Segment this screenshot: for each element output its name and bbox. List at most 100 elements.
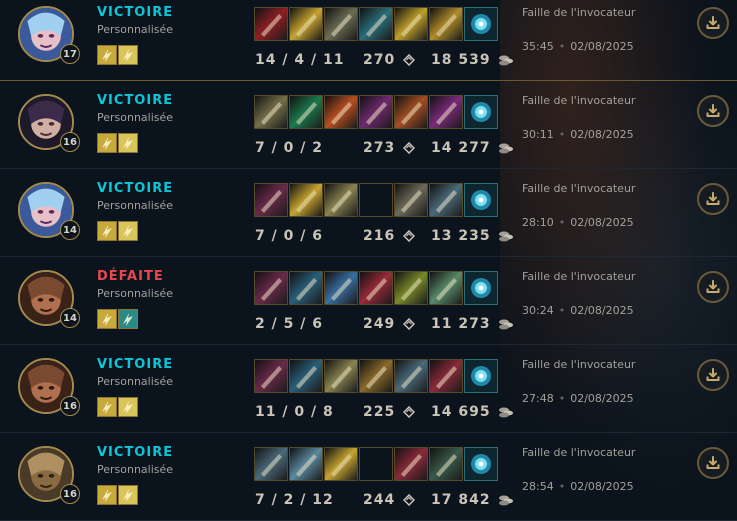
item-icon[interactable] — [289, 183, 323, 217]
item-icon[interactable] — [289, 95, 323, 129]
item-icon[interactable] — [394, 183, 428, 217]
item-icon[interactable] — [429, 95, 463, 129]
summoner-spells — [97, 309, 138, 329]
download-replay-button[interactable] — [697, 7, 729, 39]
summoner-spell-icon[interactable] — [118, 45, 138, 65]
summoner-spell-icon[interactable] — [97, 221, 117, 241]
match-duration: 28:54 — [522, 480, 554, 493]
coin-stack-icon — [499, 143, 514, 154]
download-replay-button[interactable] — [697, 271, 729, 303]
item-icon[interactable] — [394, 447, 428, 481]
summoner-spell-icon[interactable] — [97, 45, 117, 65]
summoner-spell-icon[interactable] — [97, 133, 117, 153]
item-icon[interactable] — [289, 447, 323, 481]
map-name: Faille de l'invocateur — [522, 94, 636, 107]
match-result: VICTOIRE — [97, 357, 174, 372]
item-icon[interactable] — [429, 7, 463, 41]
gold-earned-value: 11 273 — [431, 316, 491, 332]
separator-dot: • — [558, 40, 566, 53]
summoner-spell-icon[interactable] — [118, 309, 138, 329]
summoner-spells — [97, 221, 138, 241]
summoner-spell-icon[interactable] — [118, 397, 138, 417]
item-icon[interactable] — [394, 271, 428, 305]
item-icon[interactable] — [394, 7, 428, 41]
champion-level-badge: 16 — [60, 132, 80, 152]
summoner-spell-icon[interactable] — [118, 133, 138, 153]
creep-score-value: 244 — [363, 492, 396, 508]
item-icon[interactable] — [324, 183, 358, 217]
item-icon[interactable] — [324, 95, 358, 129]
match-date: 02/08/2025 — [570, 304, 634, 317]
item-icon[interactable] — [254, 271, 288, 305]
summoner-spell-icon[interactable] — [118, 221, 138, 241]
trinket-item-icon[interactable] — [464, 359, 498, 393]
item-icon[interactable] — [429, 359, 463, 393]
kda: 7 / 0 / 2 — [255, 140, 323, 156]
item-icon[interactable] — [324, 271, 358, 305]
item-icon[interactable] — [324, 359, 358, 393]
match-time: 28:54 • 02/08/2025 — [522, 480, 634, 493]
trinket-item-icon[interactable] — [464, 95, 498, 129]
item-icon[interactable] — [254, 95, 288, 129]
match-row[interactable]: 14 VICTOIRE Personnalisée 7 / 0 / 6 216 … — [0, 168, 737, 257]
trinket-item-icon[interactable] — [464, 271, 498, 305]
creep-score-value: 225 — [363, 404, 396, 420]
coin-stack-icon — [499, 495, 514, 506]
summoner-spell-icon[interactable] — [97, 309, 117, 329]
item-icon[interactable] — [254, 7, 288, 41]
item-icon[interactable] — [359, 7, 393, 41]
trinket-item-icon[interactable] — [464, 7, 498, 41]
item-icon[interactable] — [359, 359, 393, 393]
creep-score: 270 — [363, 52, 416, 68]
creep-score: 244 — [363, 492, 416, 508]
download-icon — [706, 104, 720, 117]
item-slot-empty[interactable] — [359, 447, 393, 481]
item-icon[interactable] — [429, 271, 463, 305]
match-row[interactable]: 16 VICTOIRE Personnalisée — [0, 344, 737, 433]
separator-dot: • — [558, 128, 566, 141]
game-mode: Personnalisée — [97, 287, 174, 300]
summoner-spell-icon[interactable] — [97, 485, 117, 505]
summoner-spell-icon[interactable] — [118, 485, 138, 505]
match-row[interactable]: 17 VICTOIRE Personnalisée 14 / 4 / 11 27… — [0, 0, 737, 81]
item-icon[interactable] — [254, 183, 288, 217]
item-icon[interactable] — [289, 7, 323, 41]
item-icon[interactable] — [324, 447, 358, 481]
item-icon[interactable] — [359, 271, 393, 305]
item-icon[interactable] — [429, 447, 463, 481]
download-replay-button[interactable] — [697, 447, 729, 479]
item-slot-empty[interactable] — [359, 183, 393, 217]
match-row[interactable]: 16 VICTOIRE Personnalisée — [0, 80, 737, 169]
match-time: 35:45 • 02/08/2025 — [522, 40, 634, 53]
minion-icon — [403, 318, 416, 330]
match-date: 02/08/2025 — [570, 128, 634, 141]
creep-score: 249 — [363, 316, 416, 332]
gold-earned: 18 539 — [431, 52, 514, 68]
item-icon[interactable] — [254, 359, 288, 393]
item-icon[interactable] — [289, 271, 323, 305]
match-result: VICTOIRE — [97, 445, 174, 460]
item-icon[interactable] — [359, 95, 393, 129]
item-icon[interactable] — [394, 359, 428, 393]
item-icon[interactable] — [254, 447, 288, 481]
kda: 7 / 2 / 12 — [255, 492, 334, 508]
creep-score-value: 216 — [363, 228, 396, 244]
item-icon[interactable] — [324, 7, 358, 41]
item-icon[interactable] — [429, 183, 463, 217]
champion-level-badge: 16 — [60, 484, 80, 504]
trinket-item-icon[interactable] — [464, 447, 498, 481]
download-replay-button[interactable] — [697, 95, 729, 127]
summoner-spell-icon[interactable] — [97, 397, 117, 417]
item-icon[interactable] — [289, 359, 323, 393]
download-replay-button[interactable] — [697, 359, 729, 391]
match-time: 27:48 • 02/08/2025 — [522, 392, 634, 405]
match-result: VICTOIRE — [97, 5, 174, 20]
match-time: 30:11 • 02/08/2025 — [522, 128, 634, 141]
match-row[interactable]: 14 DÉFAITE Personnalisée 2 / 5 / 6 249 1… — [0, 256, 737, 345]
match-row[interactable]: 16 VICTOIRE Personnalisée — [0, 432, 737, 521]
download-replay-button[interactable] — [697, 183, 729, 215]
summoner-spells — [97, 133, 138, 153]
gold-earned-value: 17 842 — [431, 492, 491, 508]
trinket-item-icon[interactable] — [464, 183, 498, 217]
item-icon[interactable] — [394, 95, 428, 129]
